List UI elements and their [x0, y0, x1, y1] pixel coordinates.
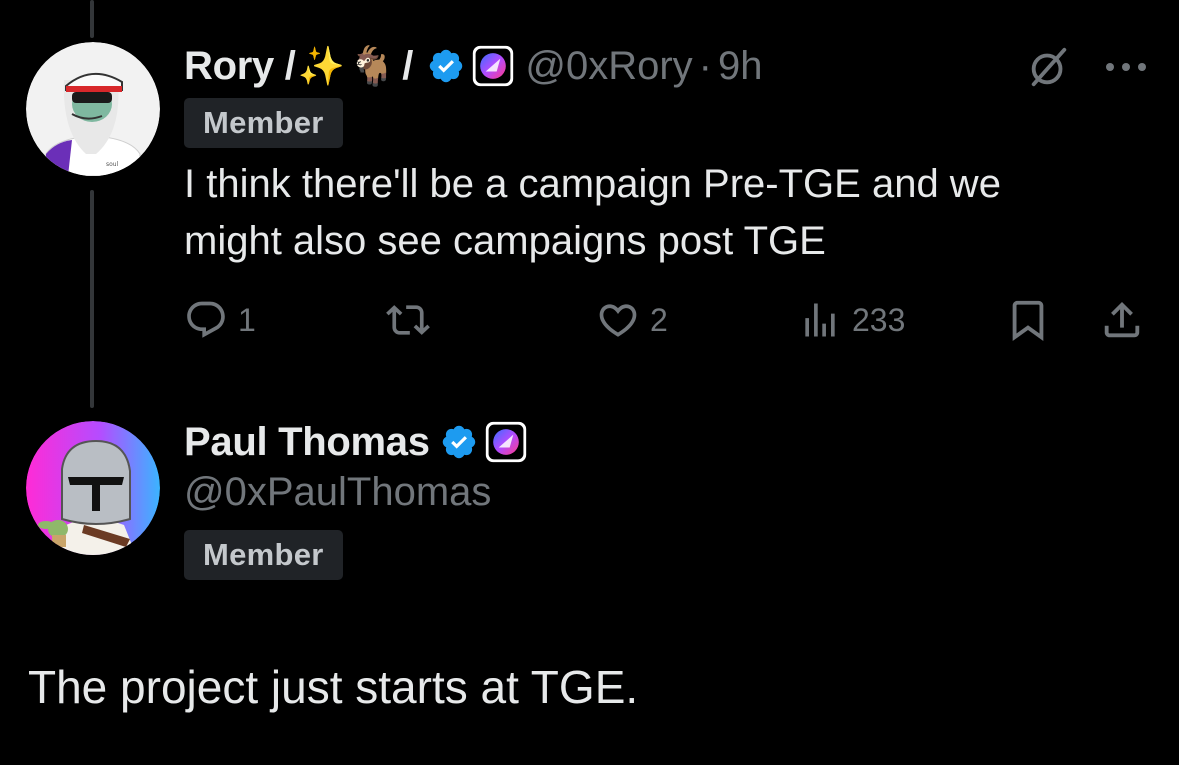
bookmark-icon [1012, 300, 1044, 341]
share-icon [1104, 301, 1140, 338]
affiliate-badge-icon[interactable] [471, 44, 515, 88]
like-metric[interactable]: 2 [596, 296, 668, 344]
grok-button[interactable] [1022, 44, 1076, 90]
handle[interactable]: @0xRory [525, 44, 692, 89]
views-metric[interactable]: 233 [798, 296, 905, 344]
separator-dot: · [698, 43, 712, 88]
views-icon [805, 303, 835, 337]
member-badge: Member [184, 530, 343, 580]
reply-metric[interactable]: 1 [184, 296, 256, 344]
more-options-button[interactable] [1098, 44, 1154, 90]
tweet-text: The project just starts at TGE. [28, 661, 639, 713]
display-name[interactable]: Rory / [184, 44, 296, 89]
handle[interactable]: @0xPaulThomas [184, 470, 491, 515]
avatar-rory[interactable]: soul [26, 42, 160, 176]
bookmark-button[interactable] [1002, 296, 1054, 344]
tweet-text: I think there'll be a campaign Pre-TGE a… [184, 156, 1144, 270]
display-name[interactable]: Paul Thomas [184, 420, 430, 465]
share-button[interactable] [1096, 296, 1148, 344]
member-chip-wrap: Member [184, 98, 343, 148]
name-separator: / [402, 43, 414, 88]
views-count: 233 [852, 301, 906, 338]
like-count: 2 [650, 301, 668, 338]
reply-icon [187, 301, 225, 338]
timestamp[interactable]: 9h [718, 44, 763, 89]
member-chip-wrap: Member [184, 530, 343, 580]
retweet-icon [386, 305, 430, 335]
tweet-text-line-2: might also see campaigns post TGE [184, 219, 826, 263]
more-options-icon [1106, 63, 1146, 71]
main-header: Paul Thomas [184, 414, 528, 470]
heart-icon [599, 304, 637, 337]
goat-emoji: 🐐 [348, 44, 397, 88]
sparkles-emoji: ✨ [297, 44, 345, 88]
thread-line [90, 190, 94, 408]
reply-header: Rory / ✨ 🐐 / @0xRory · 9h [184, 38, 762, 94]
reply-count: 1 [238, 301, 256, 338]
grok-icon [1031, 47, 1067, 87]
avatar-paul-thomas[interactable] [26, 421, 160, 555]
retweet-button[interactable] [386, 296, 430, 344]
verified-badge-icon[interactable] [427, 47, 465, 85]
verified-badge-icon[interactable] [440, 423, 478, 461]
tweet-text-line-1: I think there'll be a campaign Pre-TGE a… [184, 162, 1001, 206]
member-badge: Member [184, 98, 343, 148]
affiliate-badge-icon[interactable] [484, 420, 528, 464]
svg-text:soul: soul [106, 161, 119, 168]
thread-line-top [90, 0, 94, 38]
